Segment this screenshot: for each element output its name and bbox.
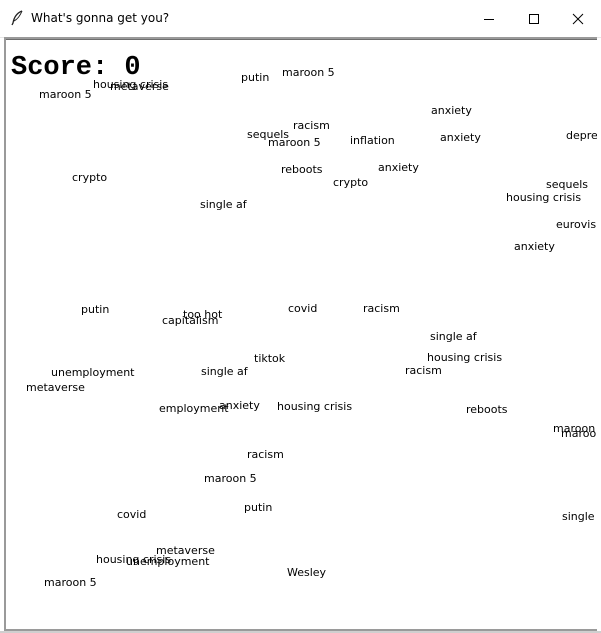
window-title: What's gonna get you? xyxy=(31,11,170,25)
close-icon xyxy=(572,13,584,25)
threat-word: depres xyxy=(566,129,597,142)
threat-word: maroon xyxy=(561,427,597,440)
threat-word: covid xyxy=(117,508,147,521)
canvas-top-border xyxy=(6,39,597,40)
threat-word: sequels xyxy=(546,178,589,191)
threat-word: single af xyxy=(200,198,247,211)
maximize-button[interactable] xyxy=(511,0,557,37)
threat-word: metaverse xyxy=(26,381,85,394)
threat-word: inflation xyxy=(350,134,395,147)
close-button[interactable] xyxy=(555,0,601,37)
minimize-button[interactable] xyxy=(466,0,512,37)
threat-word: unemployment xyxy=(51,366,135,379)
game-canvas[interactable]: Score: 0 housing crisis metaverse maroon… xyxy=(4,37,597,631)
threat-word: putin xyxy=(244,501,273,514)
threat-word: capitalism xyxy=(162,314,219,327)
threat-word: tiktok xyxy=(254,352,286,365)
feather-icon xyxy=(10,10,24,26)
threat-word: eurovisio xyxy=(556,218,597,231)
threat-word: anxiety xyxy=(378,161,419,174)
game-window: What's gonna get you? Score: 0 housing c… xyxy=(0,0,601,633)
threat-word: anxiety xyxy=(514,240,555,253)
threat-word: housing crisis xyxy=(277,400,353,413)
player-character[interactable]: Wesley xyxy=(287,567,326,578)
threat-word: anxiety xyxy=(431,104,472,117)
threat-word: crypto xyxy=(72,171,108,184)
threat-word: anxiety xyxy=(440,131,481,144)
threat-word: unemployment xyxy=(126,555,210,568)
threat-word: covid xyxy=(288,302,318,315)
maximize-icon xyxy=(528,13,540,25)
threat-word: racism xyxy=(293,119,330,132)
threat-word: maroon 5 xyxy=(204,472,257,485)
threat-word: housing crisis xyxy=(427,351,503,364)
threat-word: housing crisis xyxy=(506,191,582,204)
threat-word: racism xyxy=(363,302,400,315)
threat-word: maroon 5 xyxy=(282,66,335,79)
threat-word: racism xyxy=(247,448,284,461)
threat-word: single a xyxy=(562,510,597,523)
threat-word: anxiety xyxy=(219,399,260,412)
threat-word: reboots xyxy=(466,403,508,416)
threat-word: maroon 5 xyxy=(268,136,321,149)
threat-word: putin xyxy=(81,303,110,316)
threat-word: metaverse xyxy=(110,80,169,93)
threat-word: crypto xyxy=(333,176,369,189)
minimize-icon xyxy=(483,13,495,25)
threat-word: maroon 5 xyxy=(44,576,97,589)
title-bar[interactable]: What's gonna get you? xyxy=(0,0,601,38)
threat-word: maroon 5 xyxy=(39,88,92,101)
threat-word: single af xyxy=(201,365,248,378)
threat-word: putin xyxy=(241,71,270,84)
threat-word: single af xyxy=(430,330,477,343)
threat-word: racism xyxy=(405,364,442,377)
threat-word: reboots xyxy=(281,163,323,176)
